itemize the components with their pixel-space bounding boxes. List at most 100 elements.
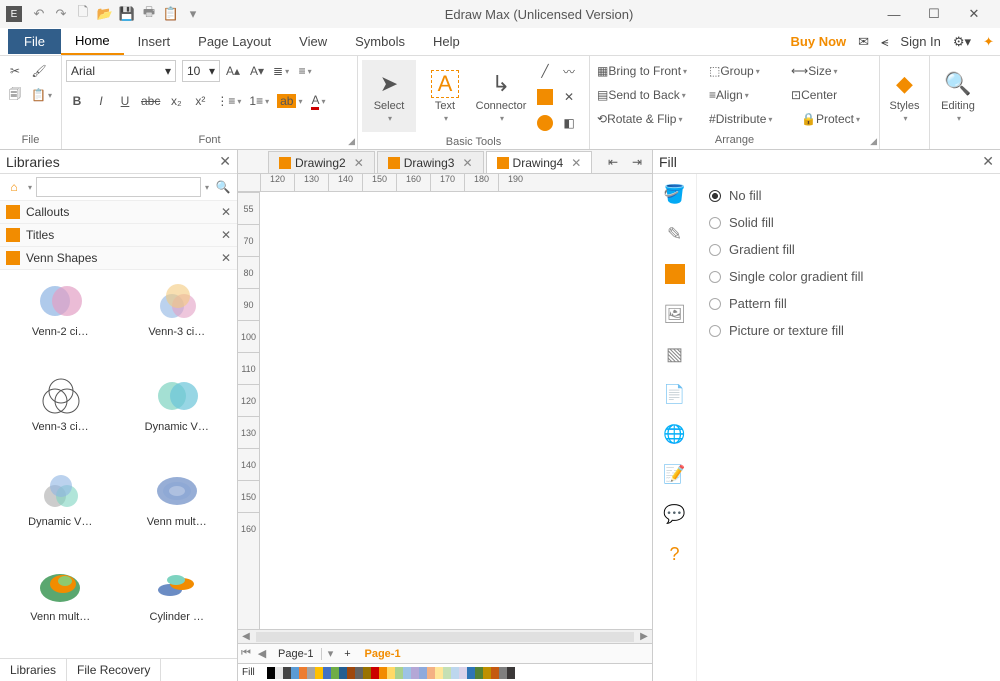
editing-button[interactable]: 🔍Editing▾ [934, 60, 982, 132]
file-menu[interactable]: File [8, 29, 61, 54]
bold-button[interactable]: B [66, 90, 88, 112]
paste-button[interactable]: 📋▾ [28, 84, 55, 106]
superscript-button[interactable]: x² [189, 90, 211, 112]
sign-in-link[interactable]: Sign In [894, 34, 946, 49]
fill-opt-picture[interactable]: Picture or texture fill [705, 317, 992, 344]
settings-icon[interactable]: ⚙▾ [947, 34, 977, 50]
grow-font-button[interactable]: A▴ [222, 60, 244, 82]
tab-nav-left[interactable]: ⇤ [602, 151, 624, 173]
libraries-search-dropdown[interactable]: ▾ [205, 183, 209, 192]
libraries-search-input[interactable] [36, 177, 201, 197]
lib-cat-venn[interactable]: Venn Shapes✕ [0, 247, 237, 270]
italic-button[interactable]: I [90, 90, 112, 112]
curve-tool-button[interactable]: 〰 [558, 60, 580, 82]
rect-tool-button[interactable] [534, 86, 556, 108]
page-add-button[interactable]: + [338, 648, 356, 660]
horizontal-scrollbar[interactable]: ◀ ▶ [238, 629, 652, 643]
bullets-button[interactable]: ⋮≡▾ [213, 90, 244, 112]
send-icon[interactable]: ✉ [852, 34, 875, 50]
distribute-button[interactable]: # Distribute▾ [706, 108, 796, 130]
qat-print-button[interactable]: 🖶 [138, 4, 160, 24]
share-icon[interactable]: ⪪ [875, 34, 894, 50]
rp-tab-image-icon[interactable]: 🖼 [661, 300, 689, 328]
center-button[interactable]: ⊡ Center [788, 84, 858, 106]
qat-undo-button[interactable]: ↶ [28, 4, 50, 24]
drawing-canvas[interactable] [260, 192, 652, 629]
doc-tab-drawing4[interactable]: Drawing4✕ [486, 151, 593, 173]
fill-opt-gradient[interactable]: Gradient fill [705, 236, 992, 263]
rp-tab-comment-icon[interactable]: 💬 [661, 500, 689, 528]
page-prev-button[interactable]: ◀ [254, 647, 270, 660]
send-back-button[interactable]: ▤ Send to Back▾ [594, 84, 704, 106]
font-color-button[interactable]: A▾ [307, 90, 329, 112]
color-palette[interactable] [259, 667, 515, 679]
shape-venn-mult1[interactable]: Venn mult… [123, 466, 232, 557]
line-spacing-button[interactable]: ≣▾ [270, 60, 292, 82]
text-tool-button[interactable]: A Text▾ [418, 60, 472, 132]
qat-redo-button[interactable]: ↷ [50, 4, 72, 24]
numbering-button[interactable]: 1≡▾ [246, 90, 272, 112]
crop-tool-button[interactable]: ◧ [558, 112, 580, 134]
close-window-button[interactable]: ✕ [954, 0, 994, 28]
qat-save-button[interactable]: 💾 [116, 4, 138, 24]
group-button[interactable]: ⬚ Group▾ [706, 60, 786, 82]
doc-tab-drawing3[interactable]: Drawing3✕ [377, 151, 484, 173]
select-tool-button[interactable]: ➤ Select▾ [362, 60, 416, 132]
rp-tab-page-icon[interactable]: 📄 [661, 380, 689, 408]
minimize-button[interactable]: — [874, 0, 914, 28]
connector-tool-button[interactable]: ↳ Connector▾ [474, 60, 528, 132]
maximize-button[interactable]: ☐ [914, 0, 954, 28]
fill-opt-none[interactable]: No fill [705, 182, 992, 209]
rp-tab-layer-icon[interactable]: ▧ [661, 340, 689, 368]
font-dialog-launcher[interactable]: ◢ [348, 136, 355, 147]
bring-front-button[interactable]: ▦ Bring to Front▾ [594, 60, 704, 82]
qat-open-button[interactable]: 📂 [94, 4, 116, 24]
qat-export-button[interactable]: 📋 [160, 4, 182, 24]
rp-tab-line-icon[interactable]: ✎ [661, 220, 689, 248]
rp-tab-help-icon[interactable]: ? [661, 540, 689, 568]
fill-opt-solid[interactable]: Solid fill [705, 209, 992, 236]
format-painter-button[interactable]: 🖌 [28, 60, 50, 82]
close-tab-icon[interactable]: ✕ [462, 156, 472, 170]
tab-help[interactable]: Help [419, 29, 474, 54]
page-tab-1[interactable]: Page-1 [270, 648, 322, 660]
tab-page-layout[interactable]: Page Layout [184, 29, 285, 54]
size-button[interactable]: ⟷ Size▾ [788, 60, 858, 82]
rp-tab-note-icon[interactable]: 📝 [661, 460, 689, 488]
font-name-combo[interactable]: Arial▾ [66, 60, 176, 82]
shape-venn3[interactable]: Venn-3 ci… [123, 276, 232, 367]
subscript-button[interactable]: x₂ [165, 90, 187, 112]
close-tab-icon[interactable]: ✕ [571, 156, 581, 170]
shape-venn2[interactable]: Venn-2 ci… [6, 276, 115, 367]
tab-symbols[interactable]: Symbols [341, 29, 419, 54]
delete-tool-button[interactable]: ✕ [558, 86, 580, 108]
tab-view[interactable]: View [285, 29, 341, 54]
strike-button[interactable]: abc [138, 90, 163, 112]
libraries-search-button[interactable]: 🔍 [213, 180, 233, 194]
close-tab-icon[interactable]: ✕ [354, 156, 364, 170]
scroll-left-button[interactable]: ◀ [238, 631, 254, 642]
rotate-button[interactable]: ⟲ Rotate & Flip▾ [594, 108, 704, 130]
line-tool-button[interactable]: ╱ [534, 60, 556, 82]
doc-tab-drawing2[interactable]: Drawing2✕ [268, 151, 375, 173]
lib-cat-titles[interactable]: Titles✕ [0, 224, 237, 247]
fill-panel-close-button[interactable]: ✕ [982, 153, 994, 170]
shape-venn3-outline[interactable]: Venn-3 ci… [6, 371, 115, 462]
shape-dynamic-v1[interactable]: Dynamic V… [123, 371, 232, 462]
align-button[interactable]: ≡ Align▾ [706, 84, 786, 106]
shrink-font-button[interactable]: A▾ [246, 60, 268, 82]
copy-button[interactable]: 🗐 [4, 84, 26, 106]
shape-venn-mult2[interactable]: Venn mult… [6, 561, 115, 652]
shape-dynamic-v2[interactable]: Dynamic V… [6, 466, 115, 557]
rp-tab-fill-icon[interactable]: 🪣 [661, 180, 689, 208]
underline-button[interactable]: U [114, 90, 136, 112]
app-color-icon[interactable]: ✦ [977, 34, 1000, 50]
tab-nav-right[interactable]: ⇥ [626, 151, 648, 173]
lib-cat-callouts[interactable]: Callouts✕ [0, 201, 237, 224]
align-text-button[interactable]: ≡▾ [294, 60, 316, 82]
protect-button[interactable]: 🔒 Protect▾ [798, 108, 868, 130]
libraries-home-dropdown[interactable]: ▾ [28, 183, 32, 192]
ellipse-tool-button[interactable] [534, 112, 556, 134]
font-size-combo[interactable]: 10▾ [182, 60, 220, 82]
styles-button[interactable]: ◆Styles▾ [884, 60, 925, 132]
